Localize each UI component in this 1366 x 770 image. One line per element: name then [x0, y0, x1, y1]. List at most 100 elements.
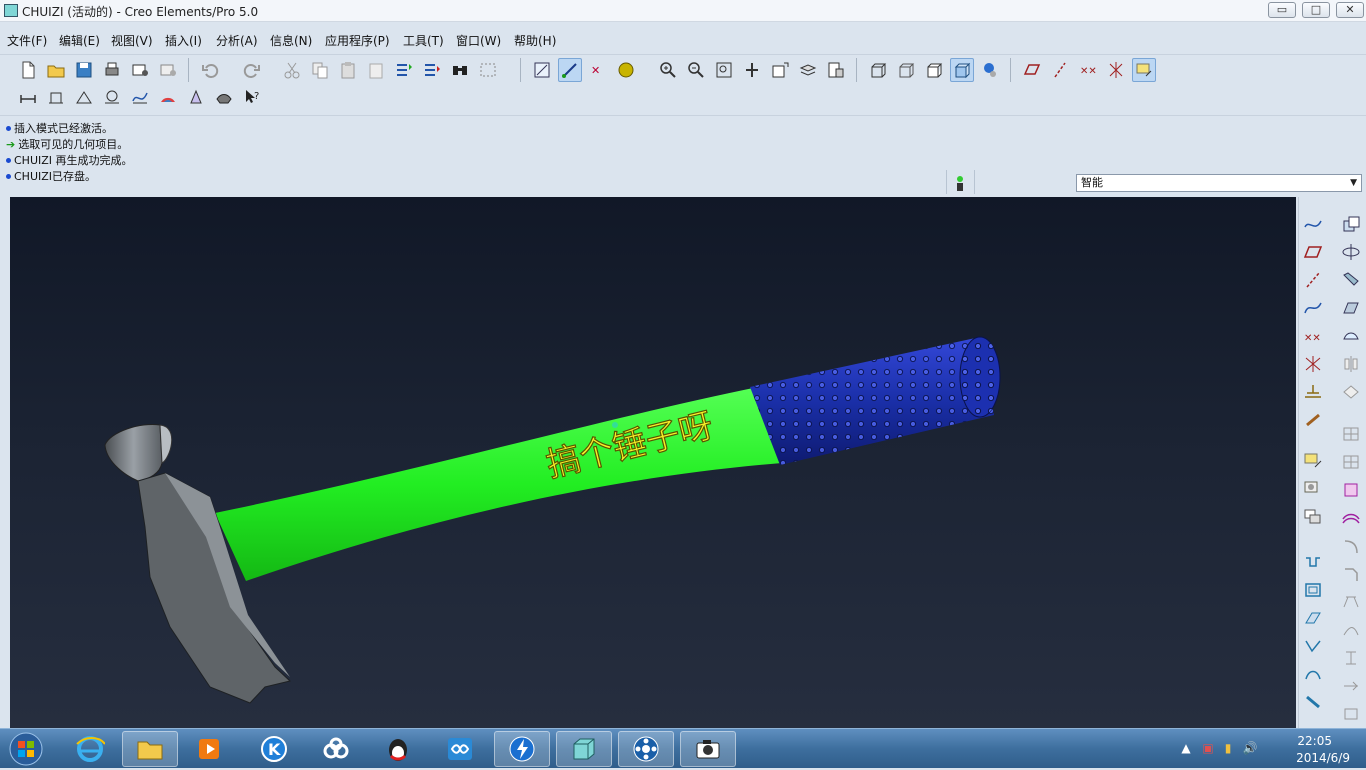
- curve-tool-icon[interactable]: [1301, 297, 1325, 319]
- menu-help[interactable]: 帮助(H): [514, 32, 556, 49]
- datum-axis-icon[interactable]: [1048, 58, 1072, 82]
- wireframe-icon[interactable]: [866, 58, 890, 82]
- network-icon[interactable]: ▮: [1220, 741, 1236, 757]
- clock-time[interactable]: 22:05: [1297, 734, 1332, 748]
- shading-icon[interactable]: [950, 58, 974, 82]
- open-folder-icon[interactable]: [44, 58, 68, 82]
- paste-icon[interactable]: [336, 58, 360, 82]
- regen-manager-icon[interactable]: [420, 58, 444, 82]
- menu-tools[interactable]: 工具(T): [403, 32, 444, 49]
- security-icon[interactable]: ▣: [1200, 741, 1216, 757]
- rib-icon[interactable]: [1301, 607, 1325, 629]
- volume-icon[interactable]: 🔊: [1242, 741, 1258, 757]
- taskbar-ie-icon[interactable]: [62, 731, 118, 767]
- print-icon[interactable]: [100, 58, 124, 82]
- thicken-icon[interactable]: [1339, 647, 1363, 669]
- plane-tool-icon[interactable]: [1301, 241, 1325, 263]
- menu-info[interactable]: 信息(N): [270, 32, 312, 49]
- sketch-datum-curve-icon[interactable]: [1301, 213, 1325, 235]
- sweep-icon[interactable]: [1339, 269, 1363, 291]
- hammer-model[interactable]: 搞个锤子呀: [10, 197, 1296, 728]
- taskbar-k-app-icon[interactable]: K: [246, 731, 302, 767]
- hole-icon[interactable]: [1301, 551, 1325, 573]
- draft-icon[interactable]: [1339, 591, 1363, 613]
- axis-tool-icon[interactable]: [1301, 269, 1325, 291]
- taskbar-cloud-app-icon[interactable]: [308, 731, 364, 767]
- measure-length-icon[interactable]: [44, 85, 68, 109]
- maximize-button[interactable]: □: [1302, 2, 1330, 18]
- measure-angle-icon[interactable]: [72, 85, 96, 109]
- measure-distance-icon[interactable]: [16, 85, 40, 109]
- boundary-blend-icon[interactable]: [1339, 325, 1363, 347]
- handle-grip[interactable]: [750, 336, 1001, 465]
- plane-display-icon[interactable]: [530, 58, 554, 82]
- trim-icon[interactable]: [1339, 619, 1363, 641]
- solidify-icon[interactable]: [1339, 703, 1363, 725]
- hidden-line-icon[interactable]: [894, 58, 918, 82]
- redo-icon[interactable]: [240, 58, 264, 82]
- taskbar-video-player-icon[interactable]: [618, 731, 674, 767]
- measure-area-icon[interactable]: [100, 85, 124, 109]
- save-icon[interactable]: [72, 58, 96, 82]
- new-file-icon[interactable]: [16, 58, 40, 82]
- menu-insert[interactable]: 插入(I): [165, 32, 202, 49]
- taskbar-infinity-app-icon[interactable]: [432, 731, 488, 767]
- send-mail-icon[interactable]: [128, 58, 152, 82]
- curve-analysis-icon[interactable]: [128, 85, 152, 109]
- datum-point-icon[interactable]: ✕✕: [1076, 58, 1100, 82]
- menu-file[interactable]: 文件(F): [7, 32, 47, 49]
- zoom-out-icon[interactable]: [684, 58, 708, 82]
- close-button[interactable]: ✕: [1336, 2, 1364, 18]
- menu-applications[interactable]: 应用程序(P): [325, 32, 390, 49]
- paste-special-icon[interactable]: [364, 58, 388, 82]
- point-tool-icon[interactable]: ✕✕: [1301, 325, 1325, 347]
- copy-geometry-icon[interactable]: [1301, 477, 1325, 499]
- context-help-icon[interactable]: ?: [240, 85, 264, 109]
- minimize-button[interactable]: ▭: [1268, 2, 1296, 18]
- start-button[interactable]: [6, 731, 46, 767]
- view-manager-icon[interactable]: [824, 58, 848, 82]
- regenerate-icon[interactable]: [392, 58, 416, 82]
- annotation-icon[interactable]: [1132, 58, 1156, 82]
- clock-date[interactable]: 2014/6/9: [1296, 751, 1350, 765]
- no-hidden-icon[interactable]: [922, 58, 946, 82]
- curvature-analysis-icon[interactable]: [156, 85, 180, 109]
- send-link-icon[interactable]: [156, 58, 180, 82]
- extrude-copy-icon[interactable]: [1339, 213, 1363, 235]
- draft-analysis-icon[interactable]: [184, 85, 208, 109]
- offset-surface-icon[interactable]: [1339, 507, 1363, 529]
- revolve-icon[interactable]: [1339, 241, 1363, 263]
- pattern-grid-icon[interactable]: [1339, 423, 1363, 445]
- coord-system-icon[interactable]: [1104, 58, 1128, 82]
- menu-view[interactable]: 视图(V): [111, 32, 153, 49]
- extend-icon[interactable]: [1301, 663, 1325, 685]
- menu-edit[interactable]: 编辑(E): [59, 32, 100, 49]
- annotation-feature-icon[interactable]: [1301, 449, 1325, 471]
- fill-icon[interactable]: [1339, 479, 1363, 501]
- point-display-icon[interactable]: ✕: [586, 58, 610, 82]
- select-box-icon[interactable]: [476, 58, 500, 82]
- chain-icon[interactable]: [1301, 409, 1325, 431]
- saved-views-icon[interactable]: [768, 58, 792, 82]
- chamfer-icon[interactable]: [1339, 563, 1363, 585]
- project-icon[interactable]: [1301, 691, 1325, 713]
- find-icon[interactable]: [448, 58, 472, 82]
- selection-filter-dropdown[interactable]: 智能 ▼: [1076, 174, 1362, 192]
- model-tree-icon[interactable]: [978, 58, 1002, 82]
- shrinkwrap-icon[interactable]: [1301, 505, 1325, 527]
- menu-analysis[interactable]: 分析(A): [216, 32, 258, 49]
- shading-sphere-icon[interactable]: [614, 58, 638, 82]
- datum-plane-icon[interactable]: [1020, 58, 1044, 82]
- graphics-window[interactable]: 搞个锤子呀: [10, 197, 1296, 728]
- coordinate-system-tool-icon[interactable]: [1301, 353, 1325, 375]
- shell-icon[interactable]: [1301, 579, 1325, 601]
- copy-icon[interactable]: [308, 58, 332, 82]
- blend-icon[interactable]: [1339, 297, 1363, 319]
- taskbar-creo-icon[interactable]: [556, 731, 612, 767]
- intersect-icon[interactable]: [1339, 675, 1363, 697]
- cut-icon[interactable]: [280, 58, 304, 82]
- taskbar-qq-icon[interactable]: [370, 731, 426, 767]
- reorient-icon[interactable]: [740, 58, 764, 82]
- pattern-table-icon[interactable]: [1339, 451, 1363, 473]
- datum-ref-icon[interactable]: [1301, 635, 1325, 657]
